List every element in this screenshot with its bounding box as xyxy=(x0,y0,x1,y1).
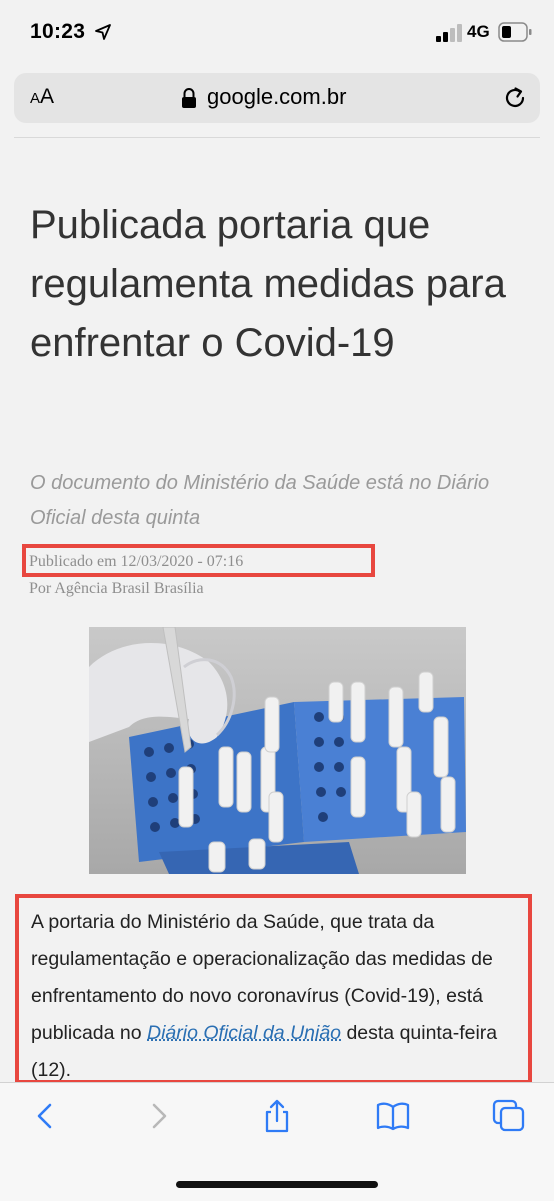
home-indicator xyxy=(176,1181,378,1188)
address-bar[interactable]: AA google.com.br xyxy=(14,73,540,123)
forward-icon[interactable] xyxy=(142,1099,176,1133)
article-author: Por Agência Brasil Brasília xyxy=(29,580,204,598)
status-time: 10:23 xyxy=(30,20,85,44)
text-size-button[interactable]: AA xyxy=(30,85,54,109)
article-paragraph: A portaria do Ministério da Saúde, que t… xyxy=(31,904,526,1089)
diario-oficial-link[interactable]: Diário Oficial da União xyxy=(147,1022,341,1044)
publish-date: Publicado em 12/03/2020 - 07:16 xyxy=(29,553,243,571)
text-size-small-label: A xyxy=(30,90,40,107)
status-bar: 10:23 4G xyxy=(0,0,554,64)
url-text[interactable]: google.com.br xyxy=(207,84,346,110)
bookmarks-icon[interactable] xyxy=(376,1099,410,1133)
article-headline: Publicada portaria que regulamenta medid… xyxy=(30,196,525,373)
network-type: 4G xyxy=(467,22,490,42)
signal-icon xyxy=(436,24,464,42)
divider xyxy=(14,137,540,138)
share-icon[interactable] xyxy=(260,1099,294,1133)
back-icon[interactable] xyxy=(28,1099,62,1133)
lock-icon xyxy=(180,87,198,109)
battery-icon xyxy=(498,22,532,42)
tabs-icon[interactable] xyxy=(492,1099,526,1133)
location-arrow-icon xyxy=(94,23,112,41)
reload-icon[interactable] xyxy=(502,85,528,111)
article-subtitle: O documento do Ministério da Saúde está … xyxy=(30,466,530,536)
article-photo xyxy=(89,627,466,874)
text-size-large-label: A xyxy=(40,85,54,108)
